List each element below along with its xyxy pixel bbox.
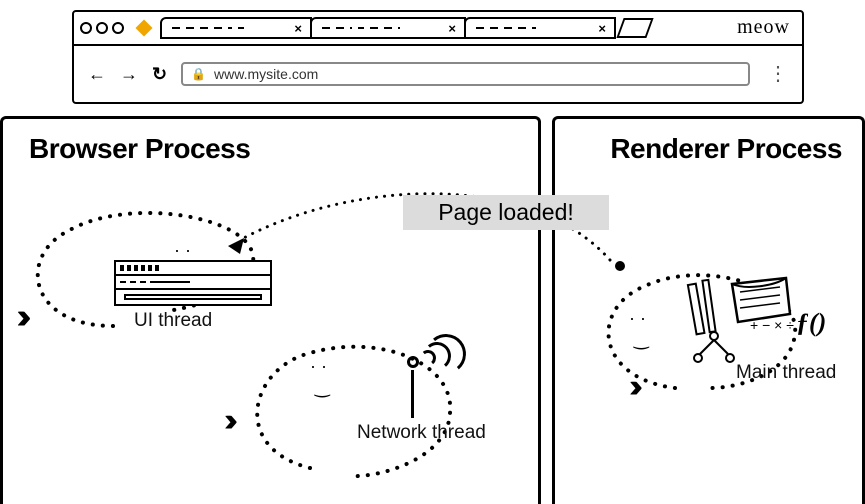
menu-button[interactable]: ⋮ (768, 69, 788, 79)
tab-1[interactable]: × (160, 17, 312, 39)
panel-title-renderer: Renderer Process (555, 119, 862, 165)
lock-icon: 🔒 (191, 67, 206, 81)
new-tab-button[interactable] (616, 18, 653, 38)
motion-chevrons-icon: ››› (16, 297, 18, 337)
tab-close-icon[interactable]: × (448, 22, 456, 35)
tab-2[interactable]: × (310, 17, 466, 39)
reload-button[interactable]: ↻ (152, 64, 167, 85)
devtools-icon (686, 278, 856, 368)
tab-close-icon[interactable]: × (294, 22, 302, 35)
tab-strip: × × × meow (74, 12, 802, 46)
face-icon: · · ‿ (310, 356, 329, 398)
face-icon: · · ‿ (629, 308, 648, 350)
url-bar[interactable]: 🔒 www.mysite.com (181, 62, 750, 86)
diamond-icon (136, 20, 153, 37)
network-thread-label: Network thread (357, 422, 486, 444)
antenna-icon (403, 338, 453, 418)
back-button[interactable]: ← (88, 64, 106, 85)
panel-title-browser: Browser Process (3, 119, 538, 165)
ipc-arrowhead-icon (226, 236, 246, 256)
tab-close-icon[interactable]: × (598, 22, 606, 35)
browser-brand: meow (737, 16, 790, 39)
url-text: www.mysite.com (214, 66, 318, 82)
nav-toolbar: ← → ↻ 🔒 www.mysite.com ⋮ (74, 46, 802, 102)
page-loaded-callout: Page loaded! (403, 195, 609, 230)
traffic-lights-icon (80, 22, 124, 34)
ui-thread-label: UI thread (134, 310, 212, 332)
tab-3[interactable]: × (464, 17, 616, 39)
browser-window: × × × meow ← → ↻ 🔒 www.mysite.com ⋮ (72, 10, 804, 104)
forward-button[interactable]: → (120, 64, 138, 85)
